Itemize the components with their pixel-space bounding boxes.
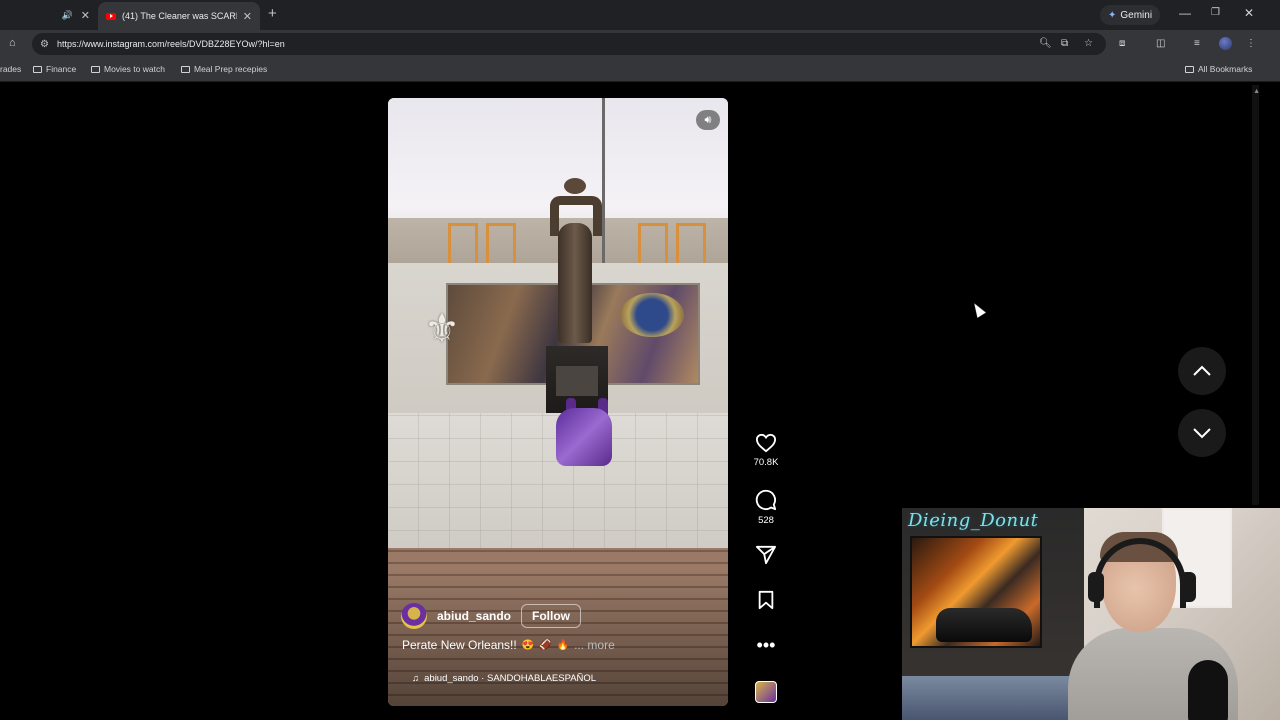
previous-reel-button[interactable] [1178, 347, 1226, 395]
scroll-up-arrow-icon[interactable]: ▲ [1253, 88, 1260, 95]
video-scene-logo [620, 293, 684, 337]
caption-emoji: 🏈 [539, 639, 552, 651]
bookmark-folder-meal-prep[interactable]: Meal Prep recepies [181, 64, 267, 74]
webcam-label: Dieing_Donut [908, 510, 1039, 531]
comment-button[interactable]: 528 [746, 489, 786, 526]
gemini-icon: ✦ [1108, 9, 1117, 21]
side-panel-icon[interactable]: ◫ [1156, 38, 1165, 49]
video-scene-football [564, 178, 586, 194]
video-scene-person [556, 408, 612, 466]
author-avatar[interactable] [401, 603, 427, 629]
gemini-label: Gemini [1120, 9, 1153, 21]
mute-button[interactable]: 🔊︎ [696, 110, 720, 130]
original-audio-thumbnail[interactable] [755, 681, 777, 703]
bookmarks-bar: rades Finance Movies to watch Meal Prep … [0, 58, 1280, 82]
webcam-overlay: Dieing_Donut [902, 508, 1280, 720]
new-tab-button[interactable]: + [268, 5, 277, 22]
bookmark-label: Finance [46, 64, 77, 74]
address-bar[interactable]: ⚙ https://www.instagram.com/reels/DVDBZ2… [32, 33, 1106, 55]
bookmark-folder-movies[interactable]: Movies to watch [91, 64, 165, 74]
folder-icon [1185, 65, 1194, 73]
chevron-down-icon [1193, 428, 1211, 439]
home-icon[interactable]: ⌂ [9, 37, 16, 49]
video-scene-arch [638, 223, 668, 268]
follow-button[interactable]: Follow [521, 604, 582, 628]
streamer [1068, 532, 1238, 720]
like-count: 70.8K [753, 457, 779, 468]
more-options-button[interactable]: ••• [746, 636, 786, 654]
profile-avatar[interactable] [1219, 37, 1232, 50]
video-scene-pole [602, 98, 605, 268]
close-tab-icon[interactable]: ✕ [243, 10, 252, 23]
folder-icon [33, 65, 42, 73]
speaker-icon: 🔊︎ [704, 113, 712, 126]
chevron-up-icon [1193, 365, 1211, 376]
menu-icon[interactable]: ⋮ [1246, 38, 1256, 49]
webcam-scene-car [936, 608, 1032, 642]
video-scene-statue [558, 223, 592, 343]
zoom-icon[interactable]: 🔍︎ [1039, 38, 1052, 49]
site-info-icon[interactable]: ⚙ [40, 39, 49, 50]
reel-author-row: abiud_sando Follow [401, 603, 582, 629]
page-scrollbar[interactable] [1252, 85, 1259, 505]
tab-title: (41) The Cleaner was SCARED | [122, 11, 237, 21]
webcam-scene-monitor [910, 536, 1042, 648]
fleur-de-lis-icon: ⚜ [424, 307, 460, 351]
caption-text: Perate New Orleans!! [402, 638, 517, 652]
more-link[interactable]: ... more [574, 638, 615, 652]
more-horizontal-icon: ••• [756, 635, 776, 655]
caption-emoji: 🔥 [556, 639, 570, 651]
video-scene-arch [676, 223, 706, 268]
url-text[interactable]: https://www.instagram.com/reels/DVDBZ28E… [57, 39, 285, 49]
comment-count: 528 [758, 515, 774, 526]
restore-icon[interactable]: ❐ [1211, 7, 1220, 18]
like-button[interactable]: 70.8K [746, 433, 786, 468]
heart-icon [755, 433, 777, 453]
audio-label: abiud_sando · SANDOHABLAESPAÑOL [424, 673, 597, 684]
media-controls-icon[interactable]: ≡ [1194, 38, 1200, 49]
comment-icon [755, 489, 777, 511]
microphone [1188, 660, 1228, 720]
all-bookmarks-button[interactable]: All Bookmarks [1185, 64, 1252, 74]
all-bookmarks-label: All Bookmarks [1198, 64, 1253, 74]
bookmark-label: Movies to watch [104, 64, 165, 74]
folder-icon [91, 65, 100, 73]
share-button[interactable] [746, 545, 786, 565]
caption-emoji: 😍 [521, 639, 535, 651]
folder-icon [181, 65, 190, 73]
author-name[interactable]: abiud_sando [437, 609, 511, 623]
video-scene-plaque [556, 366, 598, 396]
video-scene-arch [448, 223, 478, 268]
bookmark-icon [758, 590, 774, 610]
youtube-icon [106, 12, 116, 20]
reel-caption: Perate New Orleans!! 😍 🏈 🔥 ... more [402, 638, 615, 652]
close-window-icon[interactable]: ✕ [1244, 6, 1254, 20]
tab-strip: 🔊 ✕ (41) The Cleaner was SCARED | ✕ + ✦ … [0, 0, 1280, 30]
reel-audio[interactable]: ♫ abiud_sando · SANDOHABLAESPAÑOL [412, 673, 596, 684]
gemini-button[interactable]: ✦ Gemini [1100, 5, 1161, 25]
send-icon [756, 545, 776, 565]
headset-earcup [1088, 572, 1104, 602]
install-app-icon[interactable]: ⧉ [1061, 38, 1068, 49]
video-scene-arch [486, 223, 516, 268]
bookmark-label: rades [0, 64, 22, 74]
save-button[interactable] [746, 590, 786, 610]
minimize-icon[interactable]: — [1179, 6, 1191, 20]
speaker-icon[interactable]: 🔊 [62, 10, 73, 21]
next-reel-button[interactable] [1178, 409, 1226, 457]
bookmark-star-icon[interactable]: ☆ [1084, 38, 1093, 49]
webcam-scene-desk [902, 676, 1084, 720]
tab-active[interactable]: (41) The Cleaner was SCARED | ✕ [98, 2, 260, 30]
video-gradient [388, 568, 728, 706]
close-tab-icon[interactable]: ✕ [81, 9, 90, 22]
bookmark-label: Meal Prep recepies [194, 64, 268, 74]
music-note-icon: ♫ [412, 673, 420, 684]
tab-inactive[interactable]: 🔊 ✕ [0, 2, 98, 28]
bookmark-folder-finance[interactable]: Finance [33, 64, 76, 74]
toolbar: ⌂ ⚙ https://www.instagram.com/reels/DVDB… [0, 30, 1280, 58]
headset-earcup [1180, 572, 1196, 602]
extensions-icon[interactable]: ⧈ [1119, 38, 1125, 49]
bookmark-item[interactable]: rades [0, 64, 21, 74]
